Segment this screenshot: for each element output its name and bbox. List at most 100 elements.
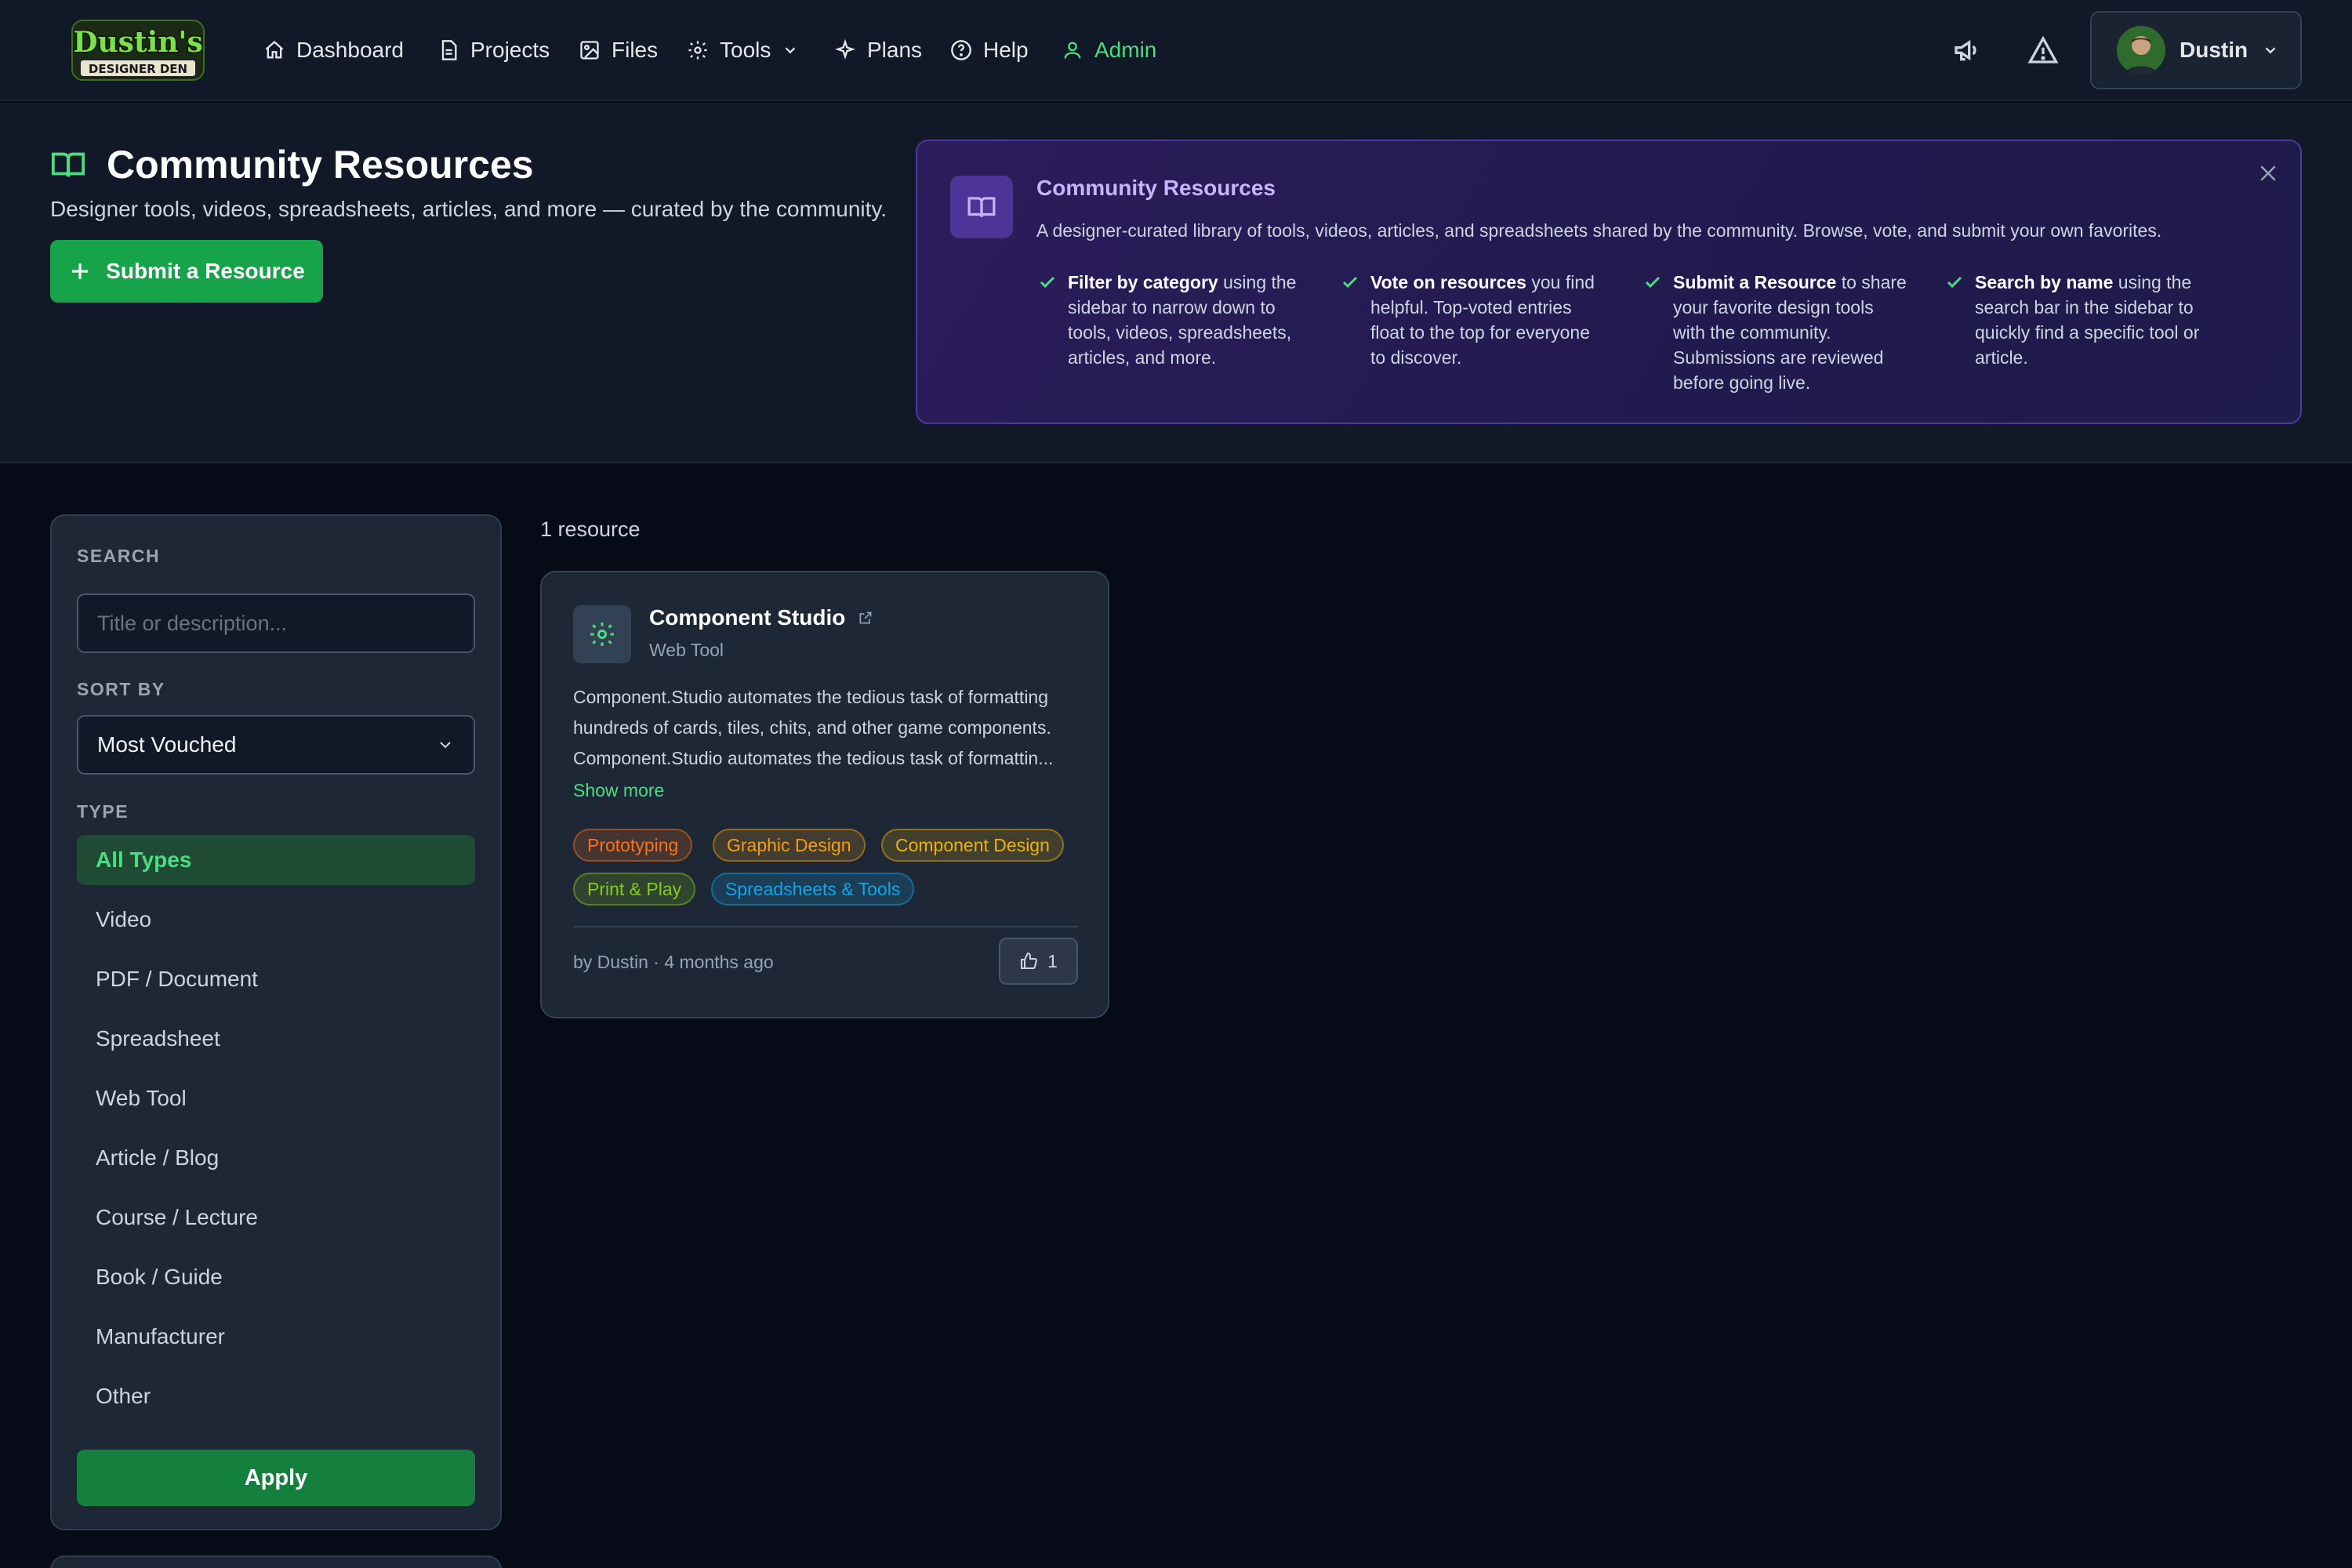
tip-filter: Filter by category using the sidebar to … [1038, 270, 1305, 370]
tip-text: Vote on resources you find helpful. Top-… [1370, 270, 1607, 370]
document-icon [441, 40, 457, 60]
tag-prototyping[interactable]: Prototyping [573, 829, 693, 862]
resource-author-time: by Dustin · 4 months ago [573, 952, 774, 972]
info-banner: Community Resources A designer-curated l… [916, 140, 2302, 424]
resource-description-line: hundreds of cards, tiles, chits, and oth… [573, 717, 1051, 738]
nav-admin[interactable]: Admin [1062, 31, 1156, 69]
check-icon [1645, 276, 1661, 289]
close-icon[interactable] [2256, 162, 2280, 185]
megaphone-icon[interactable] [1952, 34, 1984, 66]
type-filter-manufacturer[interactable]: Manufacturer [77, 1312, 475, 1362]
nav-admin-label: Admin [1094, 38, 1157, 62]
nav-files[interactable]: Files [579, 31, 658, 69]
logo-line1: Dustin's [73, 26, 202, 59]
type-filter-other[interactable]: Other [77, 1371, 475, 1421]
nav-tools-label: Tools [720, 38, 771, 62]
page-subtitle: Designer tools, videos, spreadsheets, ar… [50, 197, 887, 221]
top-navbar: Dustin's DESIGNER DEN Dashboard Projects… [0, 0, 2352, 101]
submit-resource-label: Submit a Resource [106, 259, 305, 283]
gear-icon [688, 41, 707, 60]
nav-projects-label: Projects [470, 38, 550, 62]
book-icon [51, 152, 85, 177]
resource-title[interactable]: Component Studio [649, 605, 845, 630]
resource-description-line: Component.Studio automates the tedious t… [573, 748, 1054, 768]
page-title-row: Community Resources [50, 142, 534, 187]
type-filter-spreadsheet[interactable]: Spreadsheet [77, 1014, 475, 1064]
type-filter-book-guide[interactable]: Book / Guide [77, 1252, 475, 1302]
external-link-icon[interactable] [858, 610, 873, 626]
nav-files-label: Files [612, 38, 659, 62]
check-icon [1342, 276, 1358, 289]
home-icon [265, 40, 284, 59]
resource-description: Component.Studio automates the tedious t… [573, 682, 1083, 774]
tag-spreadsheets-and-tools[interactable]: Spreadsheets & Tools [711, 873, 915, 906]
thumbs-up-icon [1021, 952, 1038, 969]
image-icon [580, 41, 599, 60]
nav-dashboard[interactable]: Dashboard [263, 31, 404, 69]
resource-card[interactable]: Component Studio Web Tool Component.Stud… [540, 571, 1109, 1018]
avatar-image [2117, 26, 2165, 74]
user-menu-button[interactable]: Dustin [2090, 11, 2302, 89]
nav-dashboard-label: Dashboard [296, 38, 404, 62]
tip-text: Search by name using the search bar in t… [1975, 270, 2212, 370]
tip-bold: Submit a Resource [1673, 272, 1837, 292]
tip-bold: Search by name [1975, 272, 2114, 292]
type-filter-web-tool[interactable]: Web Tool [77, 1073, 475, 1123]
type-label: TYPE [77, 801, 129, 822]
result-count: 1 resource [540, 517, 641, 541]
gear-icon [590, 622, 614, 646]
tip-text: Submit a Resource to share your favorite… [1673, 270, 1910, 395]
chevron-down-icon [2265, 47, 2276, 54]
sparkle-icon [834, 39, 856, 60]
sort-label: SORT BY [77, 679, 165, 699]
type-filter-all-types[interactable]: All Types [77, 835, 475, 885]
tip-vote: Vote on resources you find helpful. Top-… [1341, 270, 1607, 370]
logo-line2: DESIGNER DEN [89, 62, 187, 76]
tip-bold: Filter by category [1068, 272, 1218, 292]
check-icon [1947, 276, 1962, 289]
warning-icon[interactable] [2027, 34, 2059, 66]
sort-select[interactable]: Most Vouched [77, 715, 475, 775]
tag-graphic-design[interactable]: Graphic Design [713, 829, 866, 862]
resource-type: Web Tool [649, 640, 724, 660]
tip-submit: Submit a Resource to share your favorite… [1643, 270, 1910, 395]
resource-description-line: Component.Studio automates the tedious t… [573, 687, 1049, 707]
vote-button[interactable]: 1 [999, 938, 1078, 985]
info-badge [950, 176, 1013, 238]
resource-title-row: Component Studio [649, 605, 873, 630]
tag-component-design[interactable]: Component Design [881, 829, 1064, 862]
chevron-down-icon [786, 47, 796, 54]
tip-search: Search by name using the search bar in t… [1945, 270, 2212, 370]
nav-projects[interactable]: Projects [437, 31, 550, 69]
nav-help-label: Help [983, 38, 1029, 62]
submit-resource-button[interactable]: Submit a Resource [50, 240, 323, 303]
info-title: Community Resources [1036, 176, 1276, 200]
resource-type-badge [573, 605, 631, 663]
info-description: A designer-curated library of tools, vid… [1036, 220, 2162, 241]
type-filter-pdf-document[interactable]: PDF / Document [77, 954, 475, 1004]
nav-help[interactable]: Help [950, 31, 1029, 69]
nav-plans[interactable]: Plans [834, 31, 922, 69]
user-name: Dustin [2180, 38, 2249, 62]
show-more-link[interactable]: Show more [573, 780, 664, 801]
search-input[interactable] [77, 593, 475, 653]
apply-button[interactable]: Apply [77, 1450, 475, 1506]
avatar [2117, 26, 2165, 74]
plus-icon [72, 263, 89, 279]
search-label: SEARCH [77, 546, 161, 566]
help-circle-icon [951, 40, 971, 60]
logo[interactable]: Dustin's DESIGNER DEN [67, 17, 209, 83]
check-icon [1040, 276, 1055, 289]
nav-tools-dropdown[interactable]: Tools [687, 31, 799, 69]
type-filter-article-blog[interactable]: Article / Blog [77, 1133, 475, 1183]
type-filter-video[interactable]: Video [77, 895, 475, 945]
sort-value: Most Vouched [97, 732, 237, 757]
tag-print-and-play[interactable]: Print & Play [573, 873, 696, 906]
type-filter-course-lecture[interactable]: Course / Lecture [77, 1192, 475, 1243]
chevron-down-icon [440, 742, 451, 749]
book-icon [967, 197, 996, 217]
vote-count: 1 [1047, 950, 1058, 971]
tip-text: Filter by category using the sidebar to … [1068, 270, 1305, 370]
user-icon [1064, 42, 1081, 59]
nav-plans-label: Plans [867, 38, 923, 62]
